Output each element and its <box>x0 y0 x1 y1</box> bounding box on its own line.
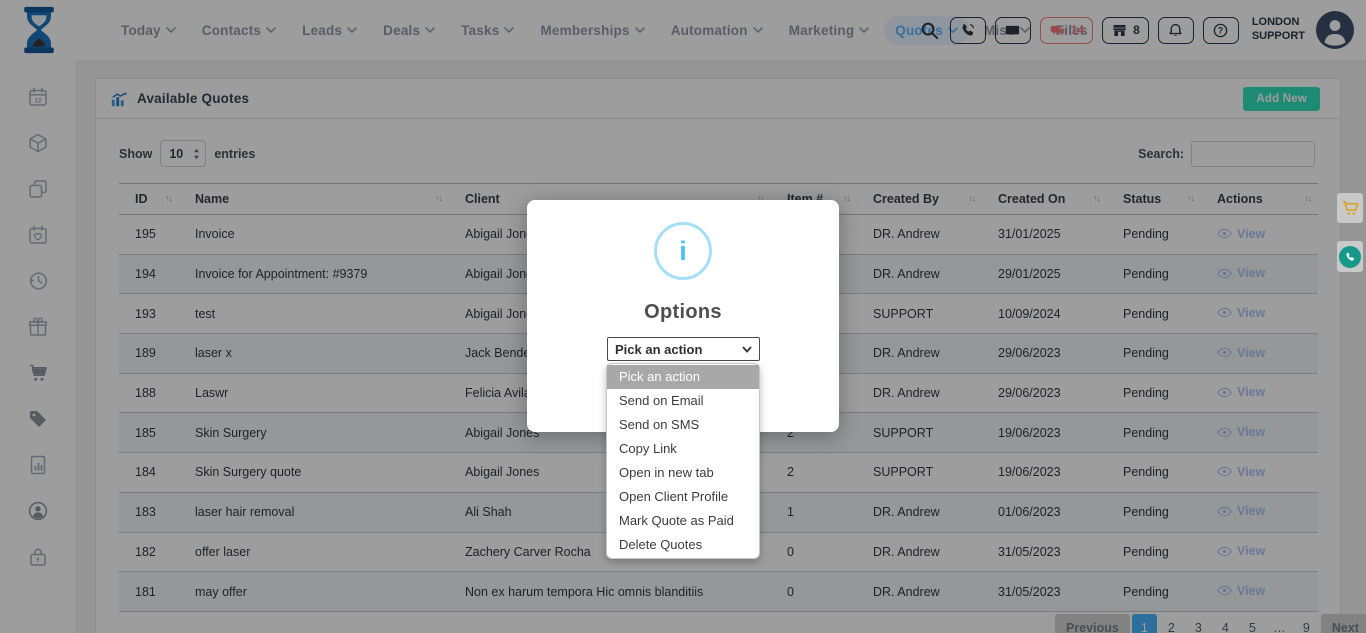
menu-option[interactable]: Send on SMS <box>607 413 759 437</box>
menu-option[interactable]: Open in new tab <box>607 461 759 485</box>
menu-option[interactable]: Open Client Profile <box>607 485 759 509</box>
chevron-down-icon <box>742 346 752 353</box>
menu-option[interactable]: Copy Link <box>607 437 759 461</box>
menu-option[interactable]: Pick an action <box>607 365 759 389</box>
phone-circle <box>1339 246 1361 268</box>
action-select-menu: Pick an action Send on Email Send on SMS… <box>606 363 760 559</box>
info-icon: i <box>654 222 712 280</box>
floating-cart-button[interactable] <box>1337 193 1363 223</box>
menu-option[interactable]: Send on Email <box>607 389 759 413</box>
floating-phone-button[interactable] <box>1337 241 1363 272</box>
cart-icon <box>1341 199 1360 218</box>
menu-option[interactable]: Mark Quote as Paid <box>607 509 759 533</box>
action-select[interactable]: Pick an action <box>607 337 760 361</box>
modal-title: Options <box>527 301 839 324</box>
menu-option[interactable]: Delete Quotes <box>607 533 759 557</box>
phone-icon <box>1344 251 1356 263</box>
